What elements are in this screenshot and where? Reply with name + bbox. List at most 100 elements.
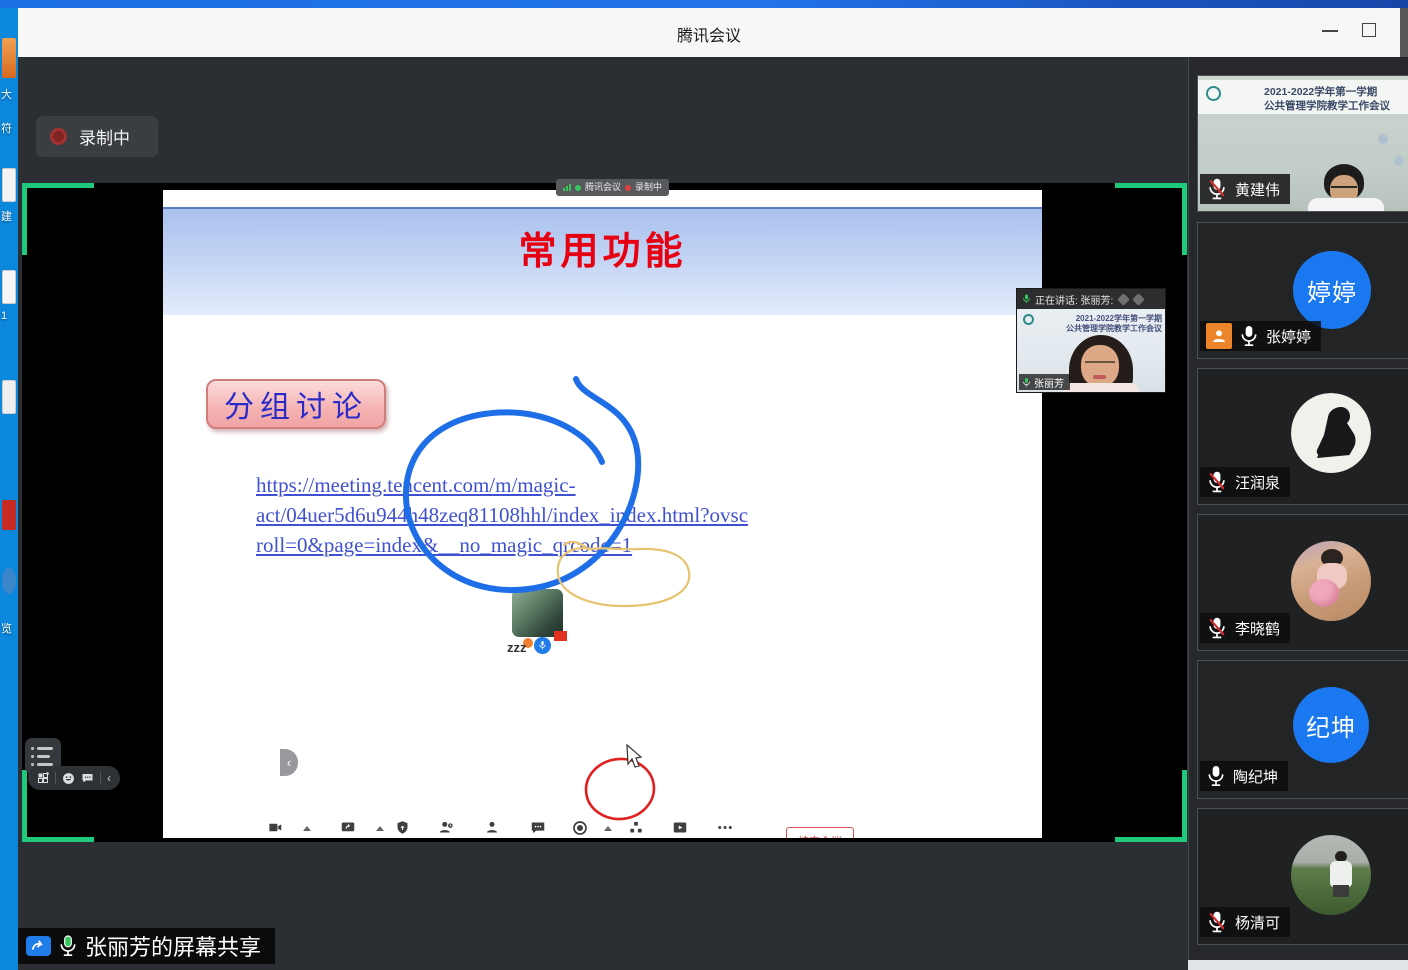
- avatar-initials: 婷婷: [1293, 251, 1371, 329]
- mic-muted-icon: [1206, 616, 1228, 640]
- divider: [100, 772, 101, 784]
- participant-glasses: [1331, 186, 1357, 193]
- decoration: [1378, 134, 1388, 144]
- emoji-reaction-icon[interactable]: [62, 772, 75, 785]
- mic-on-icon: [1206, 764, 1226, 788]
- recording-dot-icon: [625, 185, 631, 191]
- caret-up-icon[interactable]: [303, 826, 311, 831]
- decoration: [1394, 156, 1404, 166]
- mic-on-icon: [1022, 377, 1031, 388]
- desktop-edge-strip: 大 符 建 1 览: [0, 8, 18, 970]
- pill-app-name: 腾讯会议: [585, 183, 621, 192]
- host-person-badge-icon: [1206, 323, 1232, 349]
- flag-icon: [554, 631, 567, 641]
- participant-name: 张婷婷: [1266, 326, 1311, 347]
- participant-name: 黄建伟: [1235, 179, 1280, 200]
- mic-speaking-icon: [1022, 293, 1031, 305]
- speaker-name: 张丽芳: [1034, 375, 1064, 390]
- desktop-icon-fragment: [2, 500, 16, 530]
- participant-name: 陶纪坤: [1233, 766, 1278, 787]
- mic-on-icon: [1239, 324, 1259, 348]
- desktop-icon-label-fragment: 大: [1, 86, 12, 102]
- recording-label: 录制中: [79, 124, 130, 149]
- maximize-button[interactable]: [1362, 23, 1376, 37]
- quick-toolbar: ‹: [28, 766, 120, 790]
- man-figure-shirt: [1330, 861, 1352, 887]
- recording-indicator[interactable]: 录制中: [36, 116, 158, 157]
- participant-tile[interactable]: 纪坤 陶纪坤: [1197, 660, 1408, 799]
- speaker-lips: [1093, 375, 1106, 379]
- video-banner: 2021-2022学年第一学期 公共管理学院教学工作会议: [1198, 80, 1408, 114]
- demo-toolbar-more[interactable]: 更多: [690, 820, 760, 838]
- shared-screen-stage: 录制中 腾讯会议 录制中 常用功能 分组讨论 https://meeting.t…: [18, 57, 1188, 970]
- participant-tile[interactable]: 李晓鹤: [1197, 514, 1408, 651]
- desktop-icon-label-fragment: 览: [1, 620, 12, 636]
- demo-toolbar-video[interactable]: 视频: [240, 820, 310, 838]
- participant-tile[interactable]: 2021-2022学年第一学期 公共管理学院教学工作会议 黄建伟: [1197, 75, 1408, 212]
- meeting-url-line[interactable]: https://meeting.tencent.com/m/magic-: [256, 473, 956, 498]
- demo-end-meeting-button[interactable]: 结束会议: [786, 827, 854, 838]
- slide-title: 常用功能: [163, 220, 1042, 275]
- decoration: [1132, 293, 1145, 306]
- participant-tile[interactable]: 杨清可: [1197, 808, 1408, 945]
- participant-tile[interactable]: 婷婷 张婷婷: [1197, 222, 1408, 359]
- chat-collapse-handle: ‹: [280, 749, 298, 776]
- online-dot-icon: [575, 185, 581, 191]
- collapse-chevron-icon[interactable]: ‹: [107, 772, 111, 784]
- banner-text: 公共管理学院教学工作会议: [1066, 323, 1162, 334]
- desktop-icon-label-fragment: 1: [1, 310, 7, 322]
- decoration: [1117, 293, 1130, 306]
- mic-on-icon: [58, 934, 78, 958]
- meeting-url-line[interactable]: act/04uer5d6u944h48zeq81108hhl/index_ind…: [256, 503, 956, 528]
- meeting-url-line[interactable]: roll=0&page=index&__no_magic_qrcode=1: [256, 533, 956, 558]
- window-titlebar: 腾讯会议: [18, 8, 1400, 57]
- desktop-icon-fragment: [2, 38, 16, 78]
- participant-thumbnail-name: zzz: [507, 640, 527, 655]
- desktop-top-edge: [0, 0, 1408, 8]
- university-logo: [1023, 314, 1034, 325]
- banner-text: 2021-2022学年第一学期: [1264, 84, 1408, 99]
- layout-grid-icon[interactable]: [37, 772, 49, 784]
- avatar-photo: [1291, 541, 1371, 621]
- avatar-initials: 纪坤: [1293, 687, 1369, 763]
- desktop-icon-fragment: [2, 380, 16, 414]
- silhouette-avatar: [1291, 393, 1371, 473]
- participant-name-tag: 黄建伟: [1200, 174, 1290, 204]
- participant-shirt: [1308, 198, 1384, 212]
- pill-recording-label: 录制中: [635, 183, 662, 192]
- speaker-name-tag: 张丽芳: [1019, 374, 1070, 390]
- meeting-status-pill[interactable]: 腾讯会议 录制中: [556, 179, 669, 196]
- desktop-icon-label-fragment: 建: [1, 208, 12, 224]
- minimize-button[interactable]: [1322, 30, 1338, 32]
- pink-balloon: [1309, 579, 1339, 607]
- banner-text: 公共管理学院教学工作会议: [1264, 98, 1408, 113]
- avatar-photo: [1291, 393, 1371, 473]
- mic-muted-icon: [1206, 910, 1228, 934]
- participant-name-tag: 杨清可: [1200, 907, 1290, 937]
- participant-name-tag: 陶纪坤: [1200, 761, 1288, 791]
- participant-thumbnail-image: [512, 589, 563, 637]
- desktop-icon-fragment: [2, 568, 16, 594]
- mic-bubble-icon: [534, 637, 551, 654]
- window-edge: [1400, 8, 1408, 57]
- chat-bubble-icon[interactable]: [81, 772, 94, 784]
- desktop-icon-fragment: [2, 270, 16, 304]
- avatar-photo: [1291, 835, 1371, 915]
- slide-breakout-button: 分组讨论: [206, 379, 386, 429]
- share-banner-text: 张丽芳的屏幕共享: [85, 930, 261, 962]
- divider: [55, 772, 56, 784]
- screen-share-icon: [26, 936, 51, 956]
- speaking-label: 正在讲话: 张丽芳:: [1035, 292, 1113, 307]
- desktop-icon-label-fragment: 符: [1, 120, 12, 136]
- participant-name-tag: 张婷婷: [1200, 321, 1321, 351]
- participant-tile[interactable]: 汪润泉: [1197, 368, 1408, 505]
- window-title: 腾讯会议: [18, 22, 1400, 46]
- active-speaker-pip[interactable]: 正在讲话: 张丽芳: 2021-2022学年第一学期 公共管理学院教学工作会议 …: [1017, 289, 1165, 392]
- desktop-icon-fragment: [2, 168, 16, 202]
- man-figure-shorts: [1333, 885, 1349, 897]
- university-logo: [1206, 86, 1221, 101]
- speaking-status-bar: 正在讲话: 张丽芳:: [1017, 289, 1165, 309]
- record-dot-icon: [50, 128, 67, 145]
- participant-name: 李晓鹤: [1235, 618, 1280, 639]
- shared-slide: 常用功能 分组讨论 https://meeting.tencent.com/m/…: [163, 190, 1042, 838]
